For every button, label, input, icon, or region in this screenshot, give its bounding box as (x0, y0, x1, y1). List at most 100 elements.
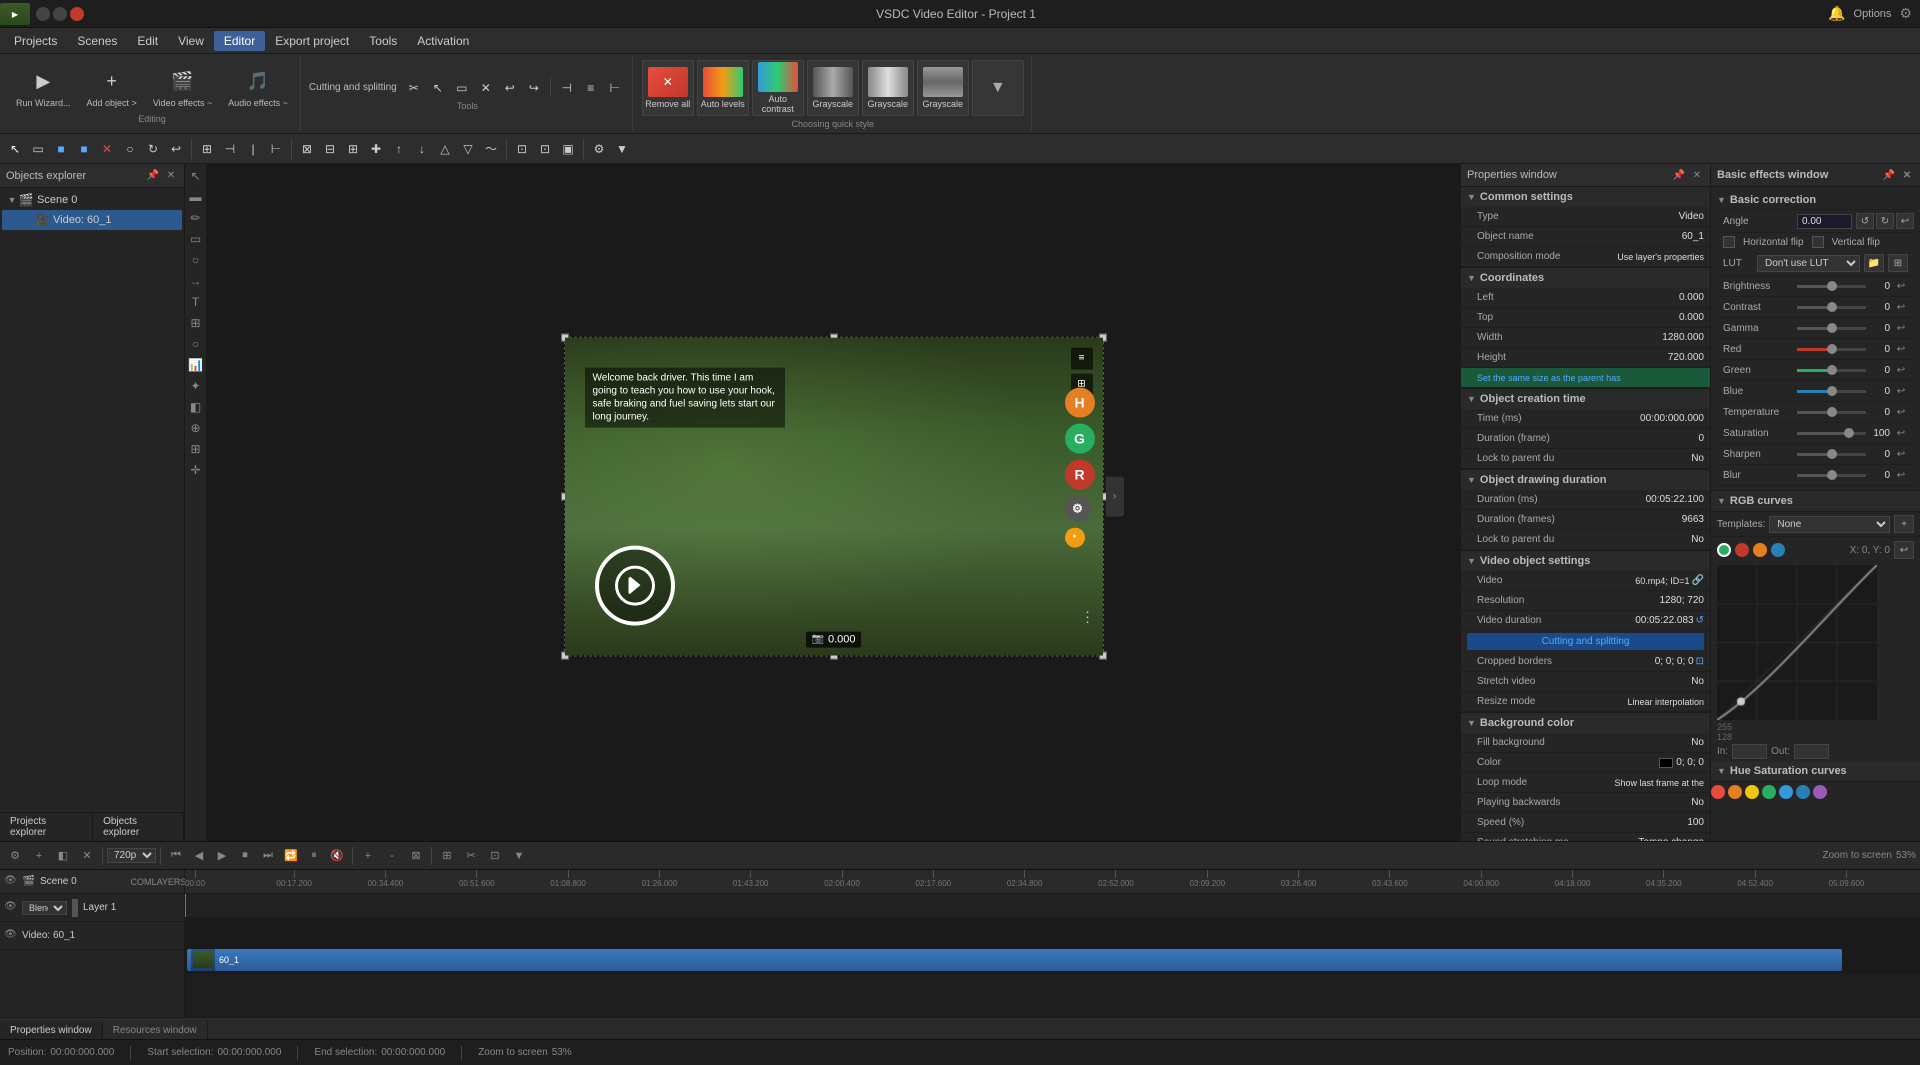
tl-layer-btn[interactable]: ◧ (52, 845, 74, 867)
align-center-btn[interactable]: ≡ (580, 77, 602, 99)
brightness-thumb[interactable] (1827, 281, 1837, 291)
tl-stop[interactable]: ⏹ (234, 845, 256, 867)
undo-btn[interactable]: ↩ (499, 77, 521, 99)
angle-left-btn[interactable]: ↺ (1856, 213, 1874, 229)
video-link-icon[interactable]: 🔗 (1692, 575, 1704, 586)
align-c[interactable]: | (242, 138, 264, 160)
align-l[interactable]: ⊣ (219, 138, 241, 160)
tl-more[interactable]: ▼ (508, 845, 530, 867)
menu-tools[interactable]: Tools (359, 31, 407, 51)
tl-next-frame[interactable]: ⏭ (257, 845, 279, 867)
lasso-sidebar[interactable]: ○ (186, 334, 206, 354)
red-reset[interactable]: ↩ (1894, 342, 1908, 356)
wave-tool[interactable]: 〜 (480, 138, 502, 160)
lut-open-btn[interactable]: 📁 (1864, 254, 1884, 272)
red-x-tool[interactable]: ✕ (96, 138, 118, 160)
properties-pin[interactable]: 📌 (1672, 168, 1686, 182)
pencil-sidebar[interactable]: ✏ (186, 208, 206, 228)
hue-orange[interactable] (1728, 785, 1742, 799)
select-rect-tool[interactable]: ▭ (27, 138, 49, 160)
tl-zoom-in[interactable]: + (357, 845, 379, 867)
scene0-item[interactable]: ▼ 🎬 Scene 0 (2, 190, 182, 210)
options-button[interactable]: Options (1854, 8, 1892, 20)
maximize-button[interactable] (53, 7, 67, 21)
rotate-tool[interactable]: ↻ (142, 138, 164, 160)
background-color-header[interactable]: ▼ Background color (1461, 713, 1710, 733)
gamma-reset[interactable]: ↩ (1894, 321, 1908, 335)
green-thumb[interactable] (1827, 365, 1837, 375)
blur-thumb[interactable] (1827, 470, 1837, 480)
creation-header[interactable]: ▼ Object creation time (1461, 389, 1710, 409)
pin-button[interactable]: 📌 (146, 169, 160, 183)
auto-contrast-btn[interactable]: Auto contrast (752, 60, 804, 116)
temperature-reset[interactable]: ↩ (1894, 405, 1908, 419)
coordinates-header[interactable]: ▼ Coordinates (1461, 268, 1710, 288)
green-slider[interactable] (1797, 369, 1866, 372)
film-sidebar[interactable]: ▬ (186, 187, 206, 207)
video-clip[interactable]: 60_1 (187, 949, 1842, 971)
cut-btn[interactable]: ✂ (403, 77, 425, 99)
settings-icon[interactable]: ⚙ (1899, 5, 1912, 22)
tl-settings-btn[interactable]: ⚙ (4, 845, 26, 867)
blend-select[interactable]: Blend (22, 901, 67, 915)
crop-tool[interactable]: ⊡ (511, 138, 533, 160)
cursor-sidebar[interactable]: ↖ (186, 166, 206, 186)
arrow-up2[interactable]: △ (434, 138, 456, 160)
curves-canvas[interactable] (1717, 565, 1877, 720)
angle-input[interactable] (1797, 214, 1852, 229)
video-effects-button[interactable]: 🎬 Video effects ~ (147, 64, 218, 112)
tl-prev-frame[interactable]: ◀ (188, 845, 210, 867)
blue-rect1[interactable]: ■ (50, 138, 72, 160)
layer-sidebar[interactable]: ◧ (186, 397, 206, 417)
lut-add-btn[interactable]: ⊞ (1888, 254, 1908, 272)
resources-window-tab[interactable]: Resources window (103, 1022, 208, 1039)
distribute-h[interactable]: ⊠ (296, 138, 318, 160)
saturation-slider[interactable] (1797, 432, 1866, 435)
blue-thumb[interactable] (1827, 386, 1837, 396)
projects-explorer-tab[interactable]: Projects explorer (0, 813, 93, 841)
menu-view[interactable]: View (168, 31, 214, 51)
hue-red[interactable] (1711, 785, 1725, 799)
sharpen-slider[interactable] (1797, 453, 1866, 456)
tl-marker[interactable]: ⊞ (436, 845, 458, 867)
horizontal-flip-checkbox[interactable] (1723, 236, 1735, 248)
contrast-slider[interactable] (1797, 306, 1866, 309)
crop3-tool[interactable]: ▣ (557, 138, 579, 160)
out-input[interactable] (1794, 744, 1829, 759)
templates-add-btn[interactable]: + (1894, 515, 1914, 533)
video-menu-btn[interactable]: ≡ (1071, 347, 1093, 369)
remove-all-btn[interactable]: ✕ Remove all (642, 60, 694, 116)
settings-tool[interactable]: ⚙ (588, 138, 610, 160)
menu-projects[interactable]: Projects (4, 31, 67, 51)
align-right-btn[interactable]: ⊢ (604, 77, 626, 99)
blue-rect2[interactable]: ■ (73, 138, 95, 160)
hue-magenta[interactable] (1813, 785, 1827, 799)
add-object-button[interactable]: + Add object > (81, 64, 143, 112)
plus-tool[interactable]: ✚ (365, 138, 387, 160)
auto-levels-btn[interactable]: Auto levels (697, 60, 749, 116)
undo-tool[interactable]: ↩ (165, 138, 187, 160)
crop-icon[interactable]: ⊡ (1696, 656, 1704, 667)
objects-explorer-tab[interactable]: Objects explorer (93, 813, 184, 841)
tl-mute[interactable]: 🔇 (326, 845, 348, 867)
ellipse-sidebar[interactable]: ○ (186, 250, 206, 270)
video-action-h[interactable]: H (1065, 387, 1095, 417)
menu-editor[interactable]: Editor (214, 31, 265, 51)
tl-cut[interactable]: ✂ (460, 845, 482, 867)
grid-tool[interactable]: ⊞ (196, 138, 218, 160)
curves-reset-btn[interactable]: ↩ (1894, 541, 1914, 559)
video-action-dot[interactable]: • (1065, 527, 1085, 547)
hue-cyan[interactable] (1779, 785, 1793, 799)
tl-delete-btn[interactable]: ✕ (76, 845, 98, 867)
grayscale2-btn[interactable]: Grayscale (862, 60, 914, 116)
circle-tool[interactable]: ○ (119, 138, 141, 160)
resolution-select[interactable]: 720p (107, 848, 156, 863)
text-sidebar[interactable]: T (186, 292, 206, 312)
redo-btn[interactable]: ↪ (523, 77, 545, 99)
blur-slider[interactable] (1797, 474, 1866, 477)
audio-effects-button[interactable]: 🎵 Audio effects ~ (222, 64, 294, 112)
video-action-g[interactable]: G (1065, 423, 1095, 453)
video-clip-track[interactable]: 60_1 (185, 946, 1920, 974)
properties-close[interactable]: ✕ (1690, 168, 1704, 182)
common-settings-header[interactable]: ▼ Common settings (1461, 187, 1710, 207)
